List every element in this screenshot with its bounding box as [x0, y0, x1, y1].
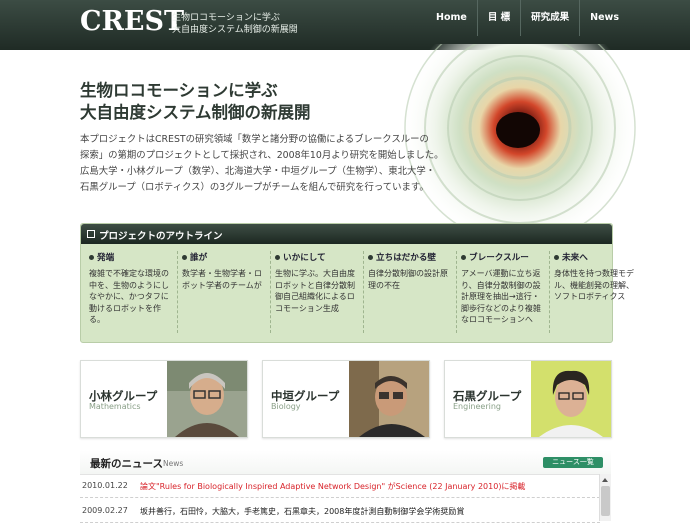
- news-date: 2009.02.27: [82, 506, 128, 515]
- outline-column-title: いかにして: [283, 253, 326, 263]
- outline-column-body: 数学者・生物学者・ロボット学者のチームが: [182, 269, 262, 290]
- hero-intro-line2: 探索」の第期のプロジェクトとして採択され、2008年10月より研究を開始しました…: [80, 150, 444, 161]
- hero-intro: 本プロジェクトはCRESTの研究領域「数学と諸分野の協働によるブレークスルーの …: [80, 132, 480, 196]
- news-list-button[interactable]: ニュース一覧: [543, 457, 603, 468]
- bullet-icon: [182, 255, 187, 260]
- scroll-up-arrow-icon[interactable]: [602, 478, 608, 482]
- group-field: Biology: [271, 402, 301, 411]
- crest-logo[interactable]: CREST: [80, 6, 184, 37]
- news-text-link[interactable]: 論文"Rules for Biologically Inspired Adapt…: [140, 481, 525, 492]
- group-card-kobayashi[interactable]: 小林グループ Mathematics: [80, 360, 248, 438]
- hero-intro-line1: 本プロジェクトはCRESTの研究領域「数学と諸分野の協働によるブレークスルーの: [80, 134, 429, 145]
- news-item[interactable]: 2010.01.22 論文"Rules for Biologically Ins…: [80, 475, 600, 498]
- news-title: 最新のニュース: [90, 458, 163, 470]
- outline-column-body: 自律分散制御の設計原理の不在: [368, 269, 448, 290]
- news-section: 最新のニュース News ニュース一覧 2010.01.22 論文"Rules …: [80, 450, 611, 523]
- project-outline: プロジェクトのアウトライン 発端 複雑で不確定な環境の中を、生物のようにしなやか…: [80, 223, 634, 343]
- outline-column-title: 発端: [97, 253, 115, 263]
- hero-title: 生物ロコモーションに学ぶ 大自由度システム制御の新展開: [80, 80, 311, 124]
- site-subtitle-line1: 生物ロコモーションに学ぶ: [172, 13, 280, 23]
- news-header: 最新のニュース News ニュース一覧: [80, 450, 611, 475]
- site-subtitle-line2: 大自由度システム制御の新展開: [172, 25, 298, 35]
- bullet-icon: [554, 255, 559, 260]
- hero-intro-line3: 広島大学・小林グループ（数学）、北海道大学・中垣グループ（生物学）、東北大学・: [80, 166, 436, 177]
- group-photo: [349, 361, 429, 437]
- outline-columns: 発端 複雑で不確定な環境の中を、生物のようにしなやかに、かつタフに動けるロボット…: [85, 251, 642, 333]
- group-field: Engineering: [453, 402, 501, 411]
- outline-column: 未来へ 身体性を持つ数理モデル、機能創発の理解、ソフトロボティクス: [549, 251, 642, 333]
- news-scrollbar[interactable]: [599, 474, 611, 521]
- site-subtitle: 生物ロコモーションに学ぶ 大自由度システム制御の新展開: [172, 12, 298, 36]
- main-nav: Home 目 標 研究成果 News: [426, 0, 629, 36]
- outline-header: プロジェクトのアウトライン: [81, 224, 612, 244]
- news-date: 2010.01.22: [82, 481, 128, 490]
- outline-column: いかにして 生物に学ぶ。大自由度ロボットと自律分散制御自己組織化によるロコモーシ…: [270, 251, 363, 333]
- outline-column-body: 生物に学ぶ。大自由度ロボットと自律分散制御自己組織化によるロコモーション生成: [275, 269, 355, 313]
- nav-results[interactable]: 研究成果: [520, 0, 579, 36]
- scroll-thumb[interactable]: [601, 486, 610, 516]
- news-text: 坂井善行，石田怜，大脇大，手老篤史，石黒章夫，2008年度計測自動制御学会学術奨…: [140, 507, 465, 516]
- outline-column-body: アメーバ運動に立ち返り、自律分散制御の設計原理を抽出→這行・脚歩行などのより複雑…: [461, 269, 541, 324]
- news-title-en: News: [163, 459, 184, 468]
- outline-column: ブレークスルー アメーバ運動に立ち返り、自律分散制御の設計原理を抽出→這行・脚歩…: [456, 251, 549, 333]
- outline-column-title: 立ちはだかる壁: [376, 253, 436, 263]
- group-photo: [167, 361, 247, 437]
- outline-column-title: ブレークスルー: [469, 253, 529, 263]
- bullet-icon: [89, 255, 94, 260]
- nav-news[interactable]: News: [579, 0, 629, 36]
- outline-column: 誰が 数学者・生物学者・ロボット学者のチームが: [177, 251, 270, 333]
- outline-column: 発端 複雑で不確定な環境の中を、生物のようにしなやかに、かつタフに動けるロボット…: [85, 251, 177, 333]
- nav-goals[interactable]: 目 標: [476, 0, 520, 36]
- square-bullet-icon: [87, 230, 95, 238]
- bullet-icon: [461, 255, 466, 260]
- group-photo: [531, 361, 611, 437]
- bullet-icon: [275, 255, 280, 260]
- outline-column-body: 複雑で不確定な環境の中を、生物のようにしなやかに、かつタフに動けるロボットを作る…: [89, 269, 169, 324]
- outline-column-title: 誰が: [190, 253, 208, 263]
- hero-intro-line4: 石黒グループ（ロボティクス）の3グループがチームを組んで研究を行っています。: [80, 182, 429, 193]
- nav-home[interactable]: Home: [426, 0, 477, 36]
- group-field: Mathematics: [89, 402, 141, 411]
- site-header: CREST 生物ロコモーションに学ぶ 大自由度システム制御の新展開 Home 目…: [0, 0, 690, 50]
- group-card-ishiguro[interactable]: 石黒グループ Engineering: [444, 360, 612, 438]
- hero-title-line2: 大自由度システム制御の新展開: [80, 103, 311, 122]
- hero-title-line1: 生物ロコモーションに学ぶ: [80, 81, 278, 100]
- bullet-icon: [368, 255, 373, 260]
- outline-column-body: 身体性を持つ数理モデル、機能創発の理解、ソフトロボティクス: [554, 269, 634, 301]
- outline-column: 立ちはだかる壁 自律分散制御の設計原理の不在: [363, 251, 456, 333]
- outline-column-title: 未来へ: [562, 253, 588, 263]
- outline-title: プロジェクトのアウトライン: [99, 231, 223, 242]
- news-item[interactable]: 2009.02.27 坂井善行，石田怜，大脇大，手老篤史，石黒章夫，2008年度…: [80, 500, 600, 523]
- group-card-nakagaki[interactable]: 中垣グループ Biology: [262, 360, 430, 438]
